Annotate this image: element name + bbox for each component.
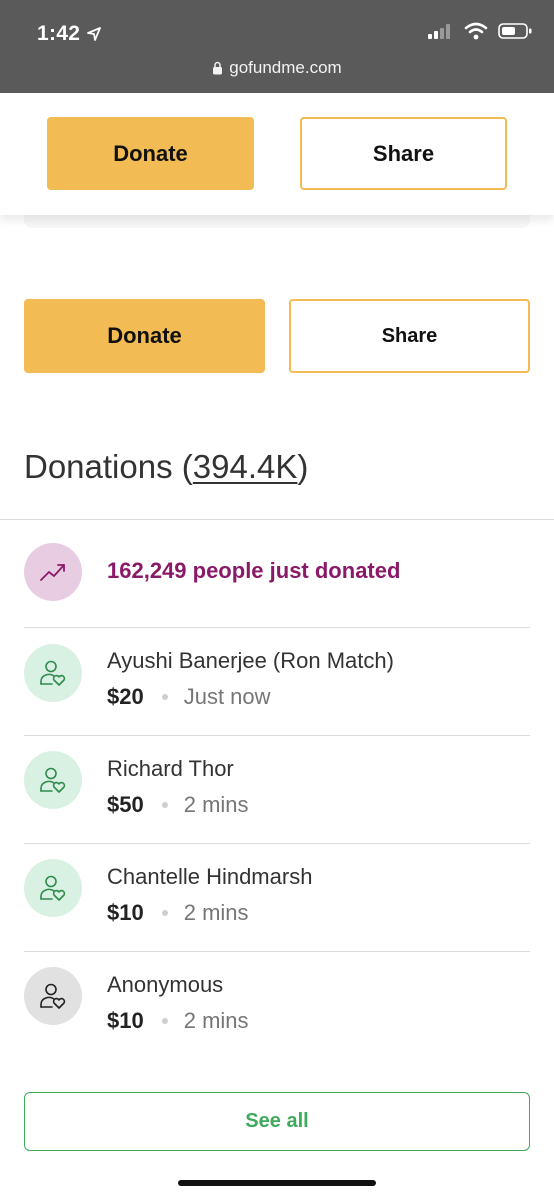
- donation-list-item: Chantelle Hindmarsh $10 2 mins: [24, 844, 530, 952]
- donation-details: Richard Thor $50 2 mins: [107, 756, 249, 818]
- see-all-button[interactable]: See all: [24, 1092, 530, 1151]
- separator-dot: [161, 694, 168, 700]
- donor-heart-icon: [40, 660, 66, 686]
- donation-amount: $10: [107, 1008, 144, 1033]
- trending-donations-row: 162,249 people just donated: [24, 520, 530, 628]
- donor-name: Richard Thor: [107, 756, 234, 781]
- trending-up-icon: [40, 564, 65, 581]
- sticky-share-button[interactable]: Share: [300, 117, 507, 190]
- donation-meta: $10 2 mins: [107, 900, 312, 926]
- donation-amount: $50: [107, 792, 144, 817]
- donation-time: 2 mins: [183, 792, 249, 817]
- donation-details: Ayushi Banerjee (Ron Match) $20 Just now: [107, 648, 394, 710]
- lock-icon: [213, 61, 223, 75]
- donations-close-paren: ): [297, 448, 309, 485]
- donor-avatar: [24, 751, 82, 809]
- donation-time: Just now: [183, 684, 271, 709]
- sticky-action-bar: Donate Share: [0, 93, 554, 215]
- status-time: 1:42: [37, 22, 102, 46]
- donor-name: Chantelle Hindmarsh: [107, 864, 313, 889]
- donations-heading: Donations (394.4K): [24, 448, 308, 486]
- trend-text: 162,249 people just donated: [107, 558, 401, 583]
- donation-time: 2 mins: [183, 1008, 249, 1033]
- donation-amount: $10: [107, 900, 144, 925]
- wifi-icon: [464, 22, 488, 40]
- donor-heart-icon: [40, 875, 66, 901]
- status-icons: [428, 22, 532, 40]
- donation-meta: $10 2 mins: [107, 1008, 249, 1034]
- donation-meta: $20 Just now: [107, 684, 394, 710]
- donation-list-item: Richard Thor $50 2 mins: [24, 736, 530, 844]
- sticky-donate-button[interactable]: Donate: [47, 117, 254, 190]
- anonymous-donor-icon: [40, 983, 66, 1009]
- donation-time: 2 mins: [183, 900, 249, 925]
- signal-icon: [428, 24, 450, 39]
- location-arrow-icon: [87, 27, 102, 41]
- separator-dot: [161, 1018, 168, 1024]
- donations-heading-label: Donations: [24, 448, 173, 485]
- donation-amount: $20: [107, 684, 144, 709]
- separator-dot: [161, 802, 168, 808]
- separator-dot: [161, 910, 168, 916]
- donor-name: Anonymous: [107, 972, 224, 997]
- anonymous-avatar: [24, 967, 82, 1025]
- donate-button[interactable]: Donate: [24, 299, 265, 373]
- donor-name: Ayushi Banerjee (Ron Match): [107, 648, 394, 673]
- donations-open-paren: (: [181, 448, 193, 485]
- home-indicator[interactable]: [178, 1180, 376, 1186]
- url-bar[interactable]: gofundme.com: [0, 58, 554, 78]
- url-text: gofundme.com: [229, 58, 342, 77]
- trend-avatar: [24, 543, 82, 601]
- donation-list-item: Anonymous $10 2 mins: [24, 952, 530, 1060]
- battery-icon: [498, 23, 532, 39]
- donation-meta: $50 2 mins: [107, 792, 249, 818]
- share-button[interactable]: Share: [289, 299, 530, 373]
- donation-details: Chantelle Hindmarsh $10 2 mins: [107, 864, 312, 926]
- browser-top-bar: 1:42 gofundme.com: [0, 0, 554, 93]
- status-time-text: 1:42: [37, 22, 81, 45]
- donor-heart-icon: [40, 767, 66, 793]
- donor-avatar: [24, 859, 82, 917]
- donation-details: Anonymous $10 2 mins: [107, 972, 249, 1034]
- donor-avatar: [24, 644, 82, 702]
- donation-list-item: Ayushi Banerjee (Ron Match) $20 Just now: [24, 628, 530, 736]
- donations-count-link[interactable]: 394.4K: [193, 448, 298, 485]
